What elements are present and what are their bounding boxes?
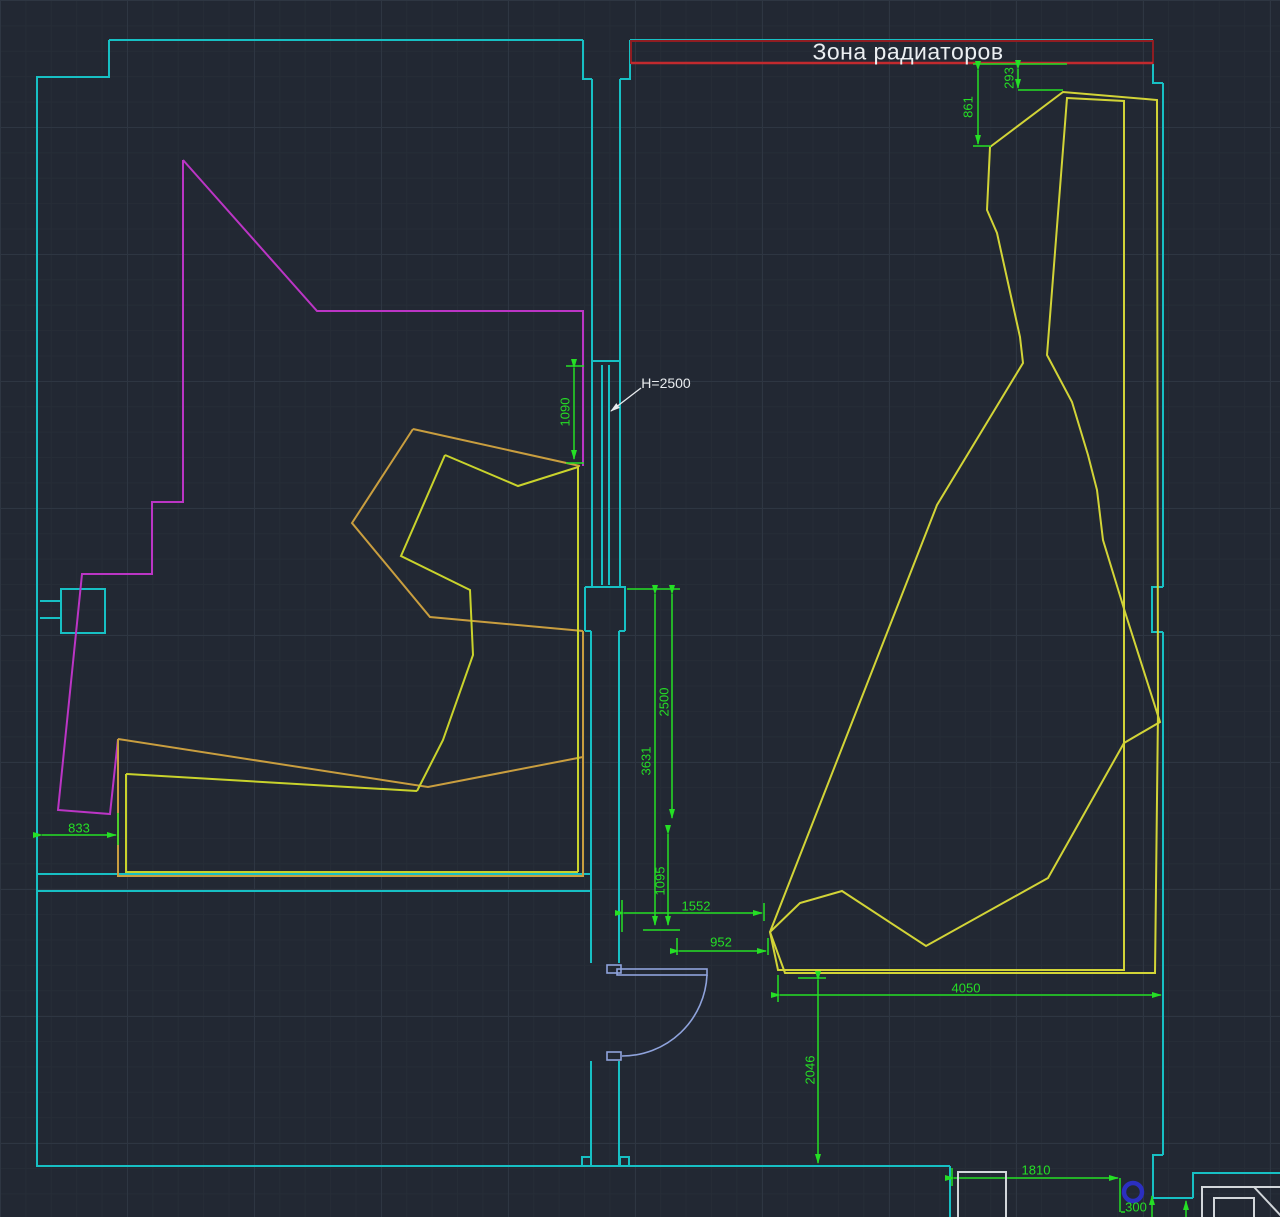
dim-833-label[interactable]: 833 bbox=[68, 822, 90, 835]
height-note-leader[interactable] bbox=[611, 388, 641, 411]
dim-861-label[interactable]: 861 bbox=[962, 96, 975, 118]
dim-1095-label[interactable]: 1095 bbox=[654, 867, 667, 896]
shaft-inner bbox=[1214, 1198, 1254, 1217]
dim-2500-label[interactable]: 2500 bbox=[658, 688, 671, 717]
dim-1552-label[interactable]: 1552 bbox=[682, 900, 711, 913]
yellow-zone-right-polyline[interactable] bbox=[770, 92, 1160, 973]
window-divider bbox=[592, 361, 620, 587]
magenta-zone-polyline[interactable] bbox=[58, 160, 583, 814]
circle-marker[interactable] bbox=[1124, 1183, 1142, 1201]
yellow-zone-left-polyline[interactable] bbox=[126, 455, 578, 872]
dim-1090-label[interactable]: 1090 bbox=[559, 398, 572, 427]
door-swing[interactable] bbox=[607, 965, 707, 1060]
dim-3631-label[interactable]: 3631 bbox=[640, 747, 653, 776]
shaft-diagonal bbox=[1254, 1187, 1280, 1217]
dim-300-label[interactable]: 300 bbox=[1125, 1201, 1147, 1214]
dimension-lines[interactable] bbox=[42, 64, 1186, 1217]
dim-293-label[interactable]: 293 bbox=[1003, 67, 1016, 89]
fixture-outlines[interactable] bbox=[958, 1172, 1280, 1217]
dim-4050-label[interactable]: 4050 bbox=[952, 982, 981, 995]
floor-plan-drawing bbox=[0, 0, 1280, 1217]
wall-lines[interactable] bbox=[37, 40, 1280, 1217]
dim-1810-label[interactable]: 1810 bbox=[1022, 1164, 1051, 1177]
dim-2046-label[interactable]: 2046 bbox=[804, 1056, 817, 1085]
cad-canvas[interactable]: Зона радиаторов H=2500 861 293 1090 2500… bbox=[0, 0, 1280, 1217]
dim-952-label[interactable]: 952 bbox=[710, 936, 732, 949]
radiator-zone-title[interactable]: Зона радиаторов bbox=[812, 41, 1003, 64]
height-note[interactable]: H=2500 bbox=[641, 376, 690, 390]
orange-zone-polyline[interactable] bbox=[118, 429, 583, 876]
wall-niche bbox=[40, 589, 105, 633]
